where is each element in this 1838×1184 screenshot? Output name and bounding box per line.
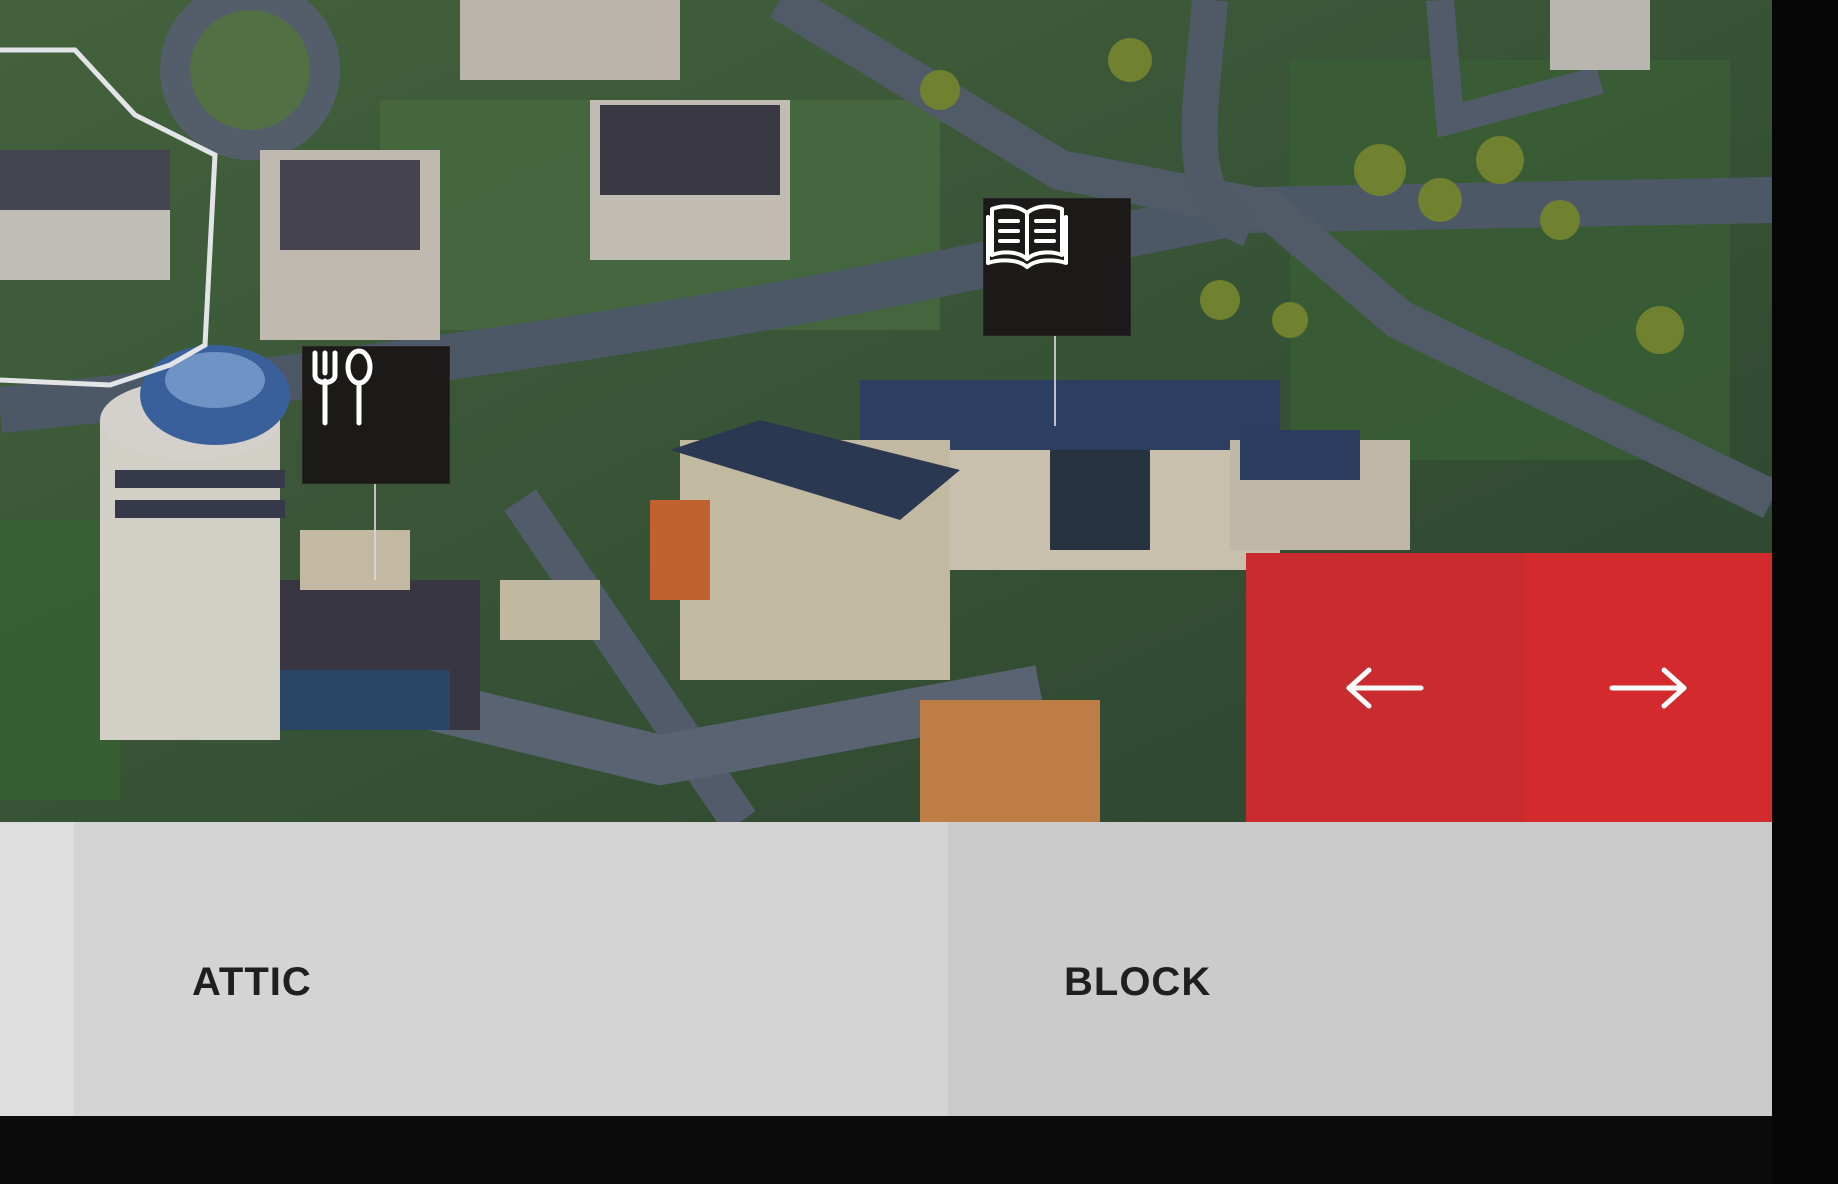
library-marker[interactable] bbox=[983, 198, 1131, 336]
restaurant-marker-pin bbox=[374, 482, 376, 580]
restaurant-marker[interactable] bbox=[302, 346, 450, 484]
arrow-right-icon bbox=[1609, 667, 1687, 708]
fork-spoon-icon bbox=[312, 348, 373, 426]
attic-label: ATTIC bbox=[192, 960, 312, 1004]
building-label-bar: ATTIC BLOCK bbox=[0, 822, 1772, 1116]
block-label-cell[interactable]: BLOCK bbox=[948, 822, 1772, 1116]
next-slide-button[interactable] bbox=[1524, 553, 1772, 822]
open-book-icon bbox=[986, 204, 1068, 269]
frame-edge bbox=[1772, 0, 1838, 1184]
library-marker-pin bbox=[1054, 334, 1056, 426]
attic-label-cell[interactable]: ATTIC bbox=[74, 822, 948, 1116]
previous-label-cell[interactable] bbox=[0, 822, 74, 1116]
arrow-left-icon bbox=[1346, 667, 1424, 708]
slider-navigation bbox=[1246, 553, 1772, 822]
block-label: BLOCK bbox=[1064, 960, 1212, 1004]
previous-slide-button[interactable] bbox=[1246, 553, 1524, 822]
